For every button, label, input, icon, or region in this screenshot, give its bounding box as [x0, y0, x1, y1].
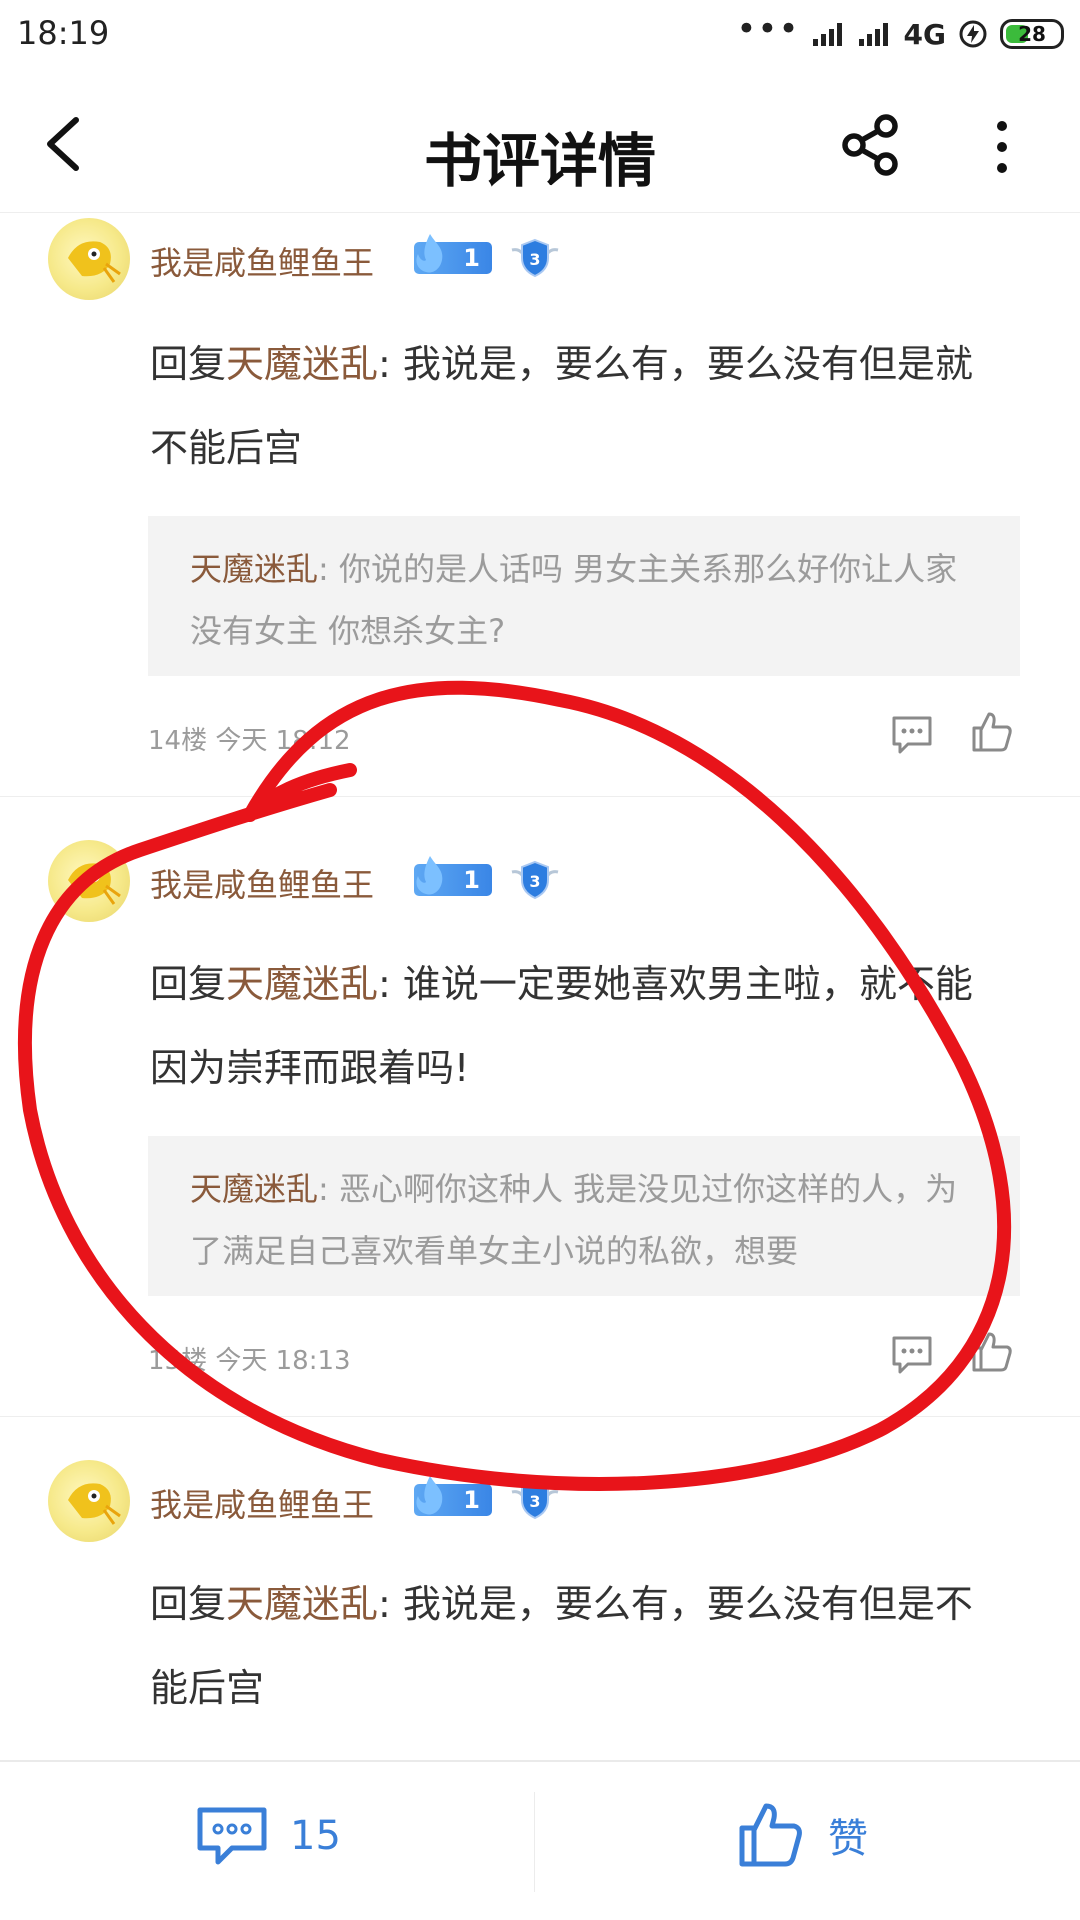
level-number: 3 [529, 872, 540, 891]
fire-level: 1 [463, 244, 480, 272]
divider [0, 212, 1080, 213]
page-title: 书评详情 [423, 127, 656, 195]
quoted-comment[interactable]: 天魔迷乱: 恶心啊你这种人 我是没见过你这样的人，为了满足自己喜欢看单女主小说的… [148, 1136, 1020, 1296]
level-shield-icon: 3 [511, 238, 559, 278]
reply-prefix: 回复 [150, 962, 227, 1006]
share-icon[interactable] [840, 110, 904, 180]
comment-body: 回复天魔迷乱: 谁说一定要她喜欢男主啦，就不能因为崇拜而跟着吗! [150, 942, 1010, 1110]
reply-to-user[interactable]: 天魔迷乱 [226, 342, 378, 386]
reply-to-user[interactable]: 天魔迷乱 [226, 962, 378, 1006]
reply-colon: : [378, 1582, 403, 1626]
user-name[interactable]: 我是咸鱼鲤鱼王 [150, 1480, 374, 1526]
charging-icon [959, 20, 987, 48]
more-vertical-icon[interactable] [982, 112, 1022, 182]
reply-prefix: 回复 [150, 342, 227, 386]
comment-body: 回复天魔迷乱: 我说是，要么有，要么没有但是就不能后宫 [150, 322, 1010, 490]
battery-icon: 28 [1000, 19, 1064, 49]
quote-user[interactable]: 天魔迷乱 [190, 550, 318, 588]
quote-user[interactable]: 天魔迷乱 [190, 1170, 318, 1208]
fire-level-badge: 1 [414, 856, 492, 896]
reply-prefix: 回复 [150, 1582, 227, 1626]
flame-icon [416, 856, 443, 895]
avatar[interactable] [48, 840, 130, 922]
status-icons: ••• 4G 28 [736, 12, 1064, 56]
signal-icon [812, 23, 842, 46]
comment-meta: 15楼 今天 18:13 [148, 1346, 351, 1376]
thumbs-up-icon [739, 1803, 802, 1867]
status-time: 18:19 [17, 14, 110, 52]
reply-colon: : [378, 962, 403, 1006]
more-notifications-icon: ••• [736, 9, 800, 49]
bottom-action-bar: 15 赞 [0, 1760, 1080, 1920]
nav-bar: 书评详情 [0, 76, 1080, 212]
level-shield-icon: 3 [511, 860, 559, 900]
level-number: 3 [529, 1492, 540, 1511]
avatar[interactable] [48, 1460, 130, 1542]
status-bar: 18:19 ••• 4G 28 [0, 0, 1080, 76]
fire-level-badge: 1 [414, 1476, 492, 1516]
reply-icon[interactable] [890, 712, 934, 756]
level-shield-icon: 3 [511, 1480, 559, 1520]
flame-icon [416, 1476, 443, 1515]
reply-icon[interactable] [890, 1332, 934, 1376]
fire-level: 1 [463, 866, 480, 894]
comment-count: 15 [290, 1813, 341, 1859]
level-number: 3 [529, 250, 540, 269]
comment-body: 回复天魔迷乱: 我说是，要么有，要么没有但是不能后宫 [150, 1562, 1010, 1730]
user-name[interactable]: 我是咸鱼鲤鱼王 [150, 238, 374, 284]
thumbs-up-icon[interactable] [970, 710, 1014, 754]
comment-icon [197, 1807, 267, 1865]
signal-icon-2 [858, 23, 888, 46]
like-label: 赞 [828, 1816, 868, 1862]
comment-button[interactable]: 15 [196, 1804, 341, 1868]
fire-level-badge: 1 [414, 234, 492, 274]
fire-level: 1 [463, 1486, 480, 1514]
network-type: 4G [903, 17, 946, 51]
user-name[interactable]: 我是咸鱼鲤鱼王 [150, 860, 374, 906]
divider [0, 1416, 1080, 1417]
flame-icon [416, 234, 443, 273]
reply-to-user[interactable]: 天魔迷乱 [226, 1582, 378, 1626]
comment-meta: 14楼 今天 18:12 [148, 726, 351, 756]
like-button[interactable]: 赞 [736, 1800, 868, 1870]
thumbs-up-icon[interactable] [970, 1330, 1014, 1374]
quoted-comment[interactable]: 天魔迷乱: 你说的是人话吗 男女主关系那么好你让人家没有女主 你想杀女主? [148, 516, 1020, 676]
battery-level: 28 [1018, 22, 1046, 46]
reply-colon: : [378, 342, 403, 386]
avatar[interactable] [48, 218, 130, 300]
divider [0, 796, 1080, 797]
divider [534, 1792, 535, 1892]
